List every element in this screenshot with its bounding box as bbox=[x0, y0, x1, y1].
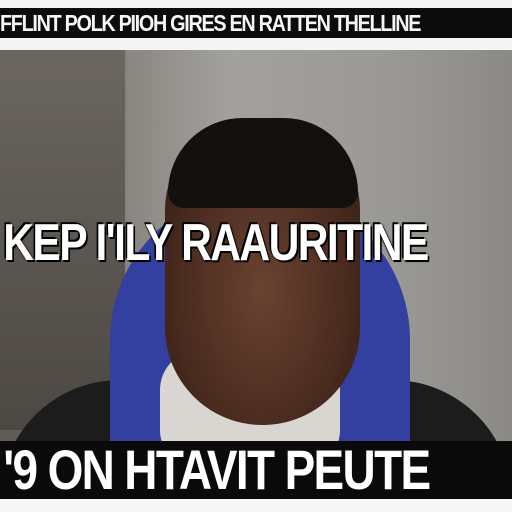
bottom-caption: '9 ON HTAVIT PEUTE bbox=[3, 441, 431, 499]
top-caption-bar: FFLINT POLK PIIOH GIRES EN RATTEN THELLI… bbox=[0, 8, 512, 38]
middle-caption-bar: KEP I'ILY RAAURITINE bbox=[0, 212, 512, 274]
bottom-caption-bar: '9 ON HTAVIT PEUTE bbox=[0, 441, 512, 499]
top-caption: FFLINT POLK PIIOH GIRES EN RATTEN THELLI… bbox=[0, 10, 421, 36]
bottom-border bbox=[0, 499, 512, 512]
middle-caption: KEP I'ILY RAAURITINE bbox=[3, 214, 429, 272]
top-banner: FFLINT POLK PIIOH GIRES EN RATTEN THELLI… bbox=[0, 0, 512, 50]
hair bbox=[168, 118, 358, 208]
